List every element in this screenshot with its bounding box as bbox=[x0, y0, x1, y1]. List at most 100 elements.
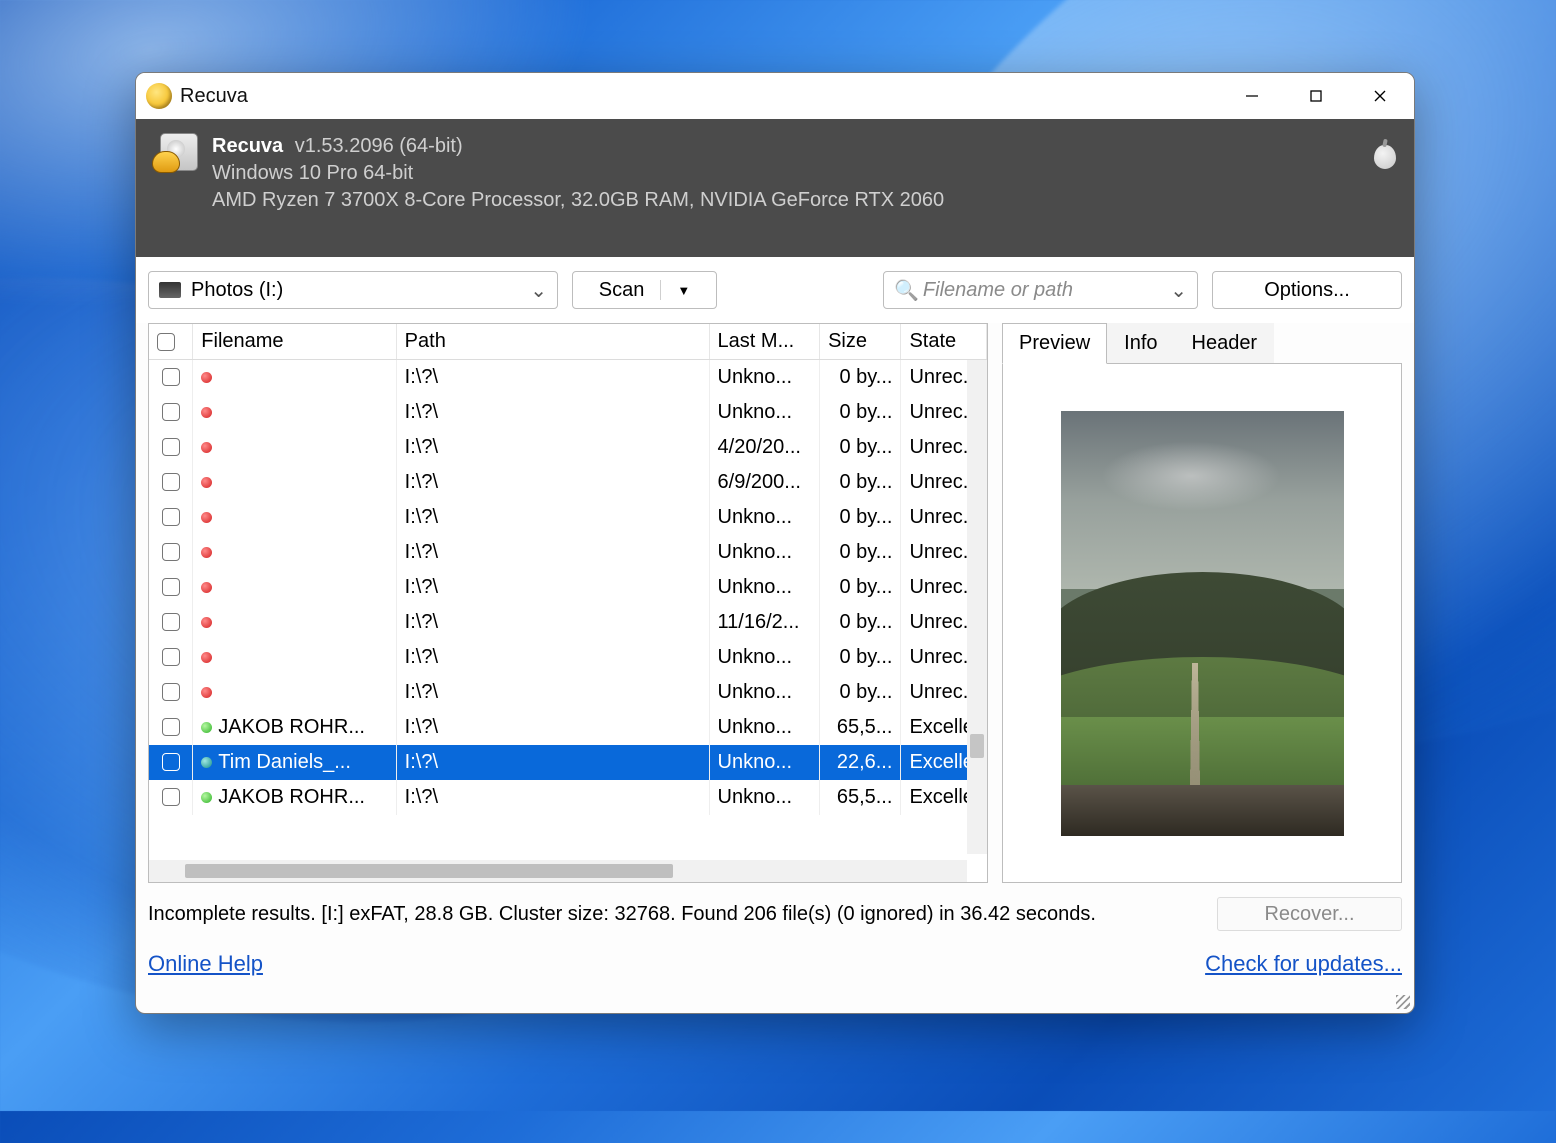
table-row[interactable]: JAKOB ROHR...I:\?\Unkno...65,5...Excelle bbox=[149, 780, 987, 815]
status-text: Incomplete results. [I:] exFAT, 28.8 GB.… bbox=[148, 903, 1096, 926]
cell-path: I:\?\ bbox=[396, 675, 709, 710]
cell-size: 0 by... bbox=[820, 500, 901, 535]
status-dot-icon bbox=[201, 512, 212, 523]
row-checkbox[interactable] bbox=[162, 543, 180, 561]
cell-last-modified: 11/16/2... bbox=[709, 605, 820, 640]
preview-image bbox=[1061, 411, 1344, 836]
drive-label: Photos (I:) bbox=[191, 279, 283, 302]
status-dot-icon bbox=[201, 372, 212, 383]
online-help-link[interactable]: Online Help bbox=[148, 951, 263, 977]
recover-button[interactable]: Recover... bbox=[1217, 897, 1402, 931]
row-checkbox[interactable] bbox=[162, 613, 180, 631]
horizontal-scrollbar[interactable] bbox=[149, 860, 967, 882]
row-checkbox[interactable] bbox=[162, 403, 180, 421]
table-row[interactable]: I:\?\Unkno...0 by...Unrec. bbox=[149, 500, 987, 535]
close-button[interactable] bbox=[1348, 73, 1412, 119]
table-header-row[interactable]: Filename Path Last M... Size State bbox=[149, 324, 987, 360]
status-dot-icon bbox=[201, 547, 212, 558]
cell-size: 0 by... bbox=[820, 430, 901, 465]
options-button[interactable]: Options... bbox=[1212, 271, 1402, 309]
cell-size: 0 by... bbox=[820, 640, 901, 675]
cell-last-modified: Unkno... bbox=[709, 710, 820, 745]
tab-preview[interactable]: Preview bbox=[1002, 323, 1107, 364]
app-window: Recuva Recuva v1.53.2096 (64-bit) Window… bbox=[135, 72, 1415, 1014]
table-row[interactable]: Tim Daniels_...I:\?\Unkno...22,6...Excel… bbox=[149, 745, 987, 780]
row-checkbox[interactable] bbox=[162, 578, 180, 596]
status-dot-icon bbox=[201, 792, 212, 803]
search-input[interactable]: 🔍 Filename or path ⌄ bbox=[883, 271, 1198, 309]
header-os: Windows 10 Pro 64-bit bbox=[212, 160, 944, 187]
header-strip: Recuva v1.53.2096 (64-bit) Windows 10 Pr… bbox=[136, 119, 1414, 257]
table-row[interactable]: I:\?\Unkno...0 by...Unrec. bbox=[149, 570, 987, 605]
status-dot-icon bbox=[201, 757, 212, 768]
row-checkbox[interactable] bbox=[162, 648, 180, 666]
header-version: v1.53.2096 (64-bit) bbox=[295, 135, 463, 157]
minimize-button[interactable] bbox=[1220, 73, 1284, 119]
tab-header[interactable]: Header bbox=[1175, 323, 1275, 364]
recuva-logo-icon bbox=[154, 133, 198, 177]
table-row[interactable]: I:\?\11/16/2...0 by...Unrec. bbox=[149, 605, 987, 640]
check-updates-link[interactable]: Check for updates... bbox=[1205, 951, 1402, 977]
table-row[interactable]: I:\?\Unkno...0 by...Unrec. bbox=[149, 640, 987, 675]
cell-size: 0 by... bbox=[820, 360, 901, 395]
table-row[interactable]: I:\?\6/9/200...0 by...Unrec. bbox=[149, 465, 987, 500]
row-checkbox[interactable] bbox=[162, 438, 180, 456]
table-row[interactable]: I:\?\4/20/20...0 by...Unrec. bbox=[149, 430, 987, 465]
scan-dropdown-icon[interactable]: ▼ bbox=[677, 283, 690, 298]
cell-last-modified: Unkno... bbox=[709, 395, 820, 430]
cell-size: 0 by... bbox=[820, 535, 901, 570]
row-checkbox[interactable] bbox=[162, 368, 180, 386]
cell-last-modified: Unkno... bbox=[709, 570, 820, 605]
maximize-button[interactable] bbox=[1284, 73, 1348, 119]
col-filename[interactable]: Filename bbox=[193, 324, 396, 360]
piriform-icon[interactable] bbox=[1374, 139, 1396, 169]
row-checkbox[interactable] bbox=[162, 473, 180, 491]
status-dot-icon bbox=[201, 617, 212, 628]
titlebar[interactable]: Recuva bbox=[136, 73, 1414, 119]
col-state[interactable]: State bbox=[901, 324, 987, 360]
col-last-modified[interactable]: Last M... bbox=[709, 324, 820, 360]
cell-filename: Tim Daniels_... bbox=[218, 751, 351, 773]
row-checkbox[interactable] bbox=[162, 753, 180, 771]
cell-size: 0 by... bbox=[820, 675, 901, 710]
cell-last-modified: Unkno... bbox=[709, 360, 820, 395]
cell-path: I:\?\ bbox=[396, 430, 709, 465]
cell-size: 0 by... bbox=[820, 465, 901, 500]
col-size[interactable]: Size bbox=[820, 324, 901, 360]
select-all-checkbox[interactable] bbox=[157, 333, 175, 351]
chevron-down-icon[interactable]: ⌄ bbox=[1170, 278, 1187, 303]
cell-path: I:\?\ bbox=[396, 780, 709, 815]
scan-label: Scan bbox=[599, 279, 645, 302]
row-checkbox[interactable] bbox=[162, 508, 180, 526]
header-appname: Recuva bbox=[212, 135, 283, 157]
row-checkbox[interactable] bbox=[162, 718, 180, 736]
table-row[interactable]: I:\?\Unkno...0 by...Unrec. bbox=[149, 535, 987, 570]
cell-path: I:\?\ bbox=[396, 605, 709, 640]
header-hw: AMD Ryzen 7 3700X 8-Core Processor, 32.0… bbox=[212, 187, 944, 214]
cell-size: 22,6... bbox=[820, 745, 901, 780]
title-text: Recuva bbox=[180, 85, 248, 108]
row-checkbox[interactable] bbox=[162, 683, 180, 701]
table-row[interactable]: I:\?\Unkno...0 by...Unrec. bbox=[149, 395, 987, 430]
scan-button[interactable]: Scan ▼ bbox=[572, 271, 717, 309]
results-table[interactable]: Filename Path Last M... Size State I:\?\… bbox=[148, 323, 988, 883]
col-path[interactable]: Path bbox=[396, 324, 709, 360]
toolbar: Photos (I:) ⌄ Scan ▼ 🔍 Filename or path … bbox=[136, 257, 1414, 323]
table-row[interactable]: I:\?\Unkno...0 by...Unrec. bbox=[149, 360, 987, 395]
cell-last-modified: Unkno... bbox=[709, 675, 820, 710]
drive-select[interactable]: Photos (I:) ⌄ bbox=[148, 271, 558, 309]
vertical-scrollbar[interactable] bbox=[967, 360, 987, 854]
table-row[interactable]: I:\?\Unkno...0 by...Unrec. bbox=[149, 675, 987, 710]
app-icon bbox=[146, 83, 172, 109]
cell-path: I:\?\ bbox=[396, 710, 709, 745]
cell-path: I:\?\ bbox=[396, 745, 709, 780]
tab-info[interactable]: Info bbox=[1107, 323, 1174, 364]
search-placeholder: Filename or path bbox=[923, 279, 1073, 302]
row-checkbox[interactable] bbox=[162, 788, 180, 806]
cell-last-modified: Unkno... bbox=[709, 500, 820, 535]
status-dot-icon bbox=[201, 652, 212, 663]
resize-grip[interactable] bbox=[1396, 995, 1410, 1009]
table-row[interactable]: JAKOB ROHR...I:\?\Unkno...65,5...Excelle bbox=[149, 710, 987, 745]
cell-size: 0 by... bbox=[820, 395, 901, 430]
cell-size: 65,5... bbox=[820, 780, 901, 815]
